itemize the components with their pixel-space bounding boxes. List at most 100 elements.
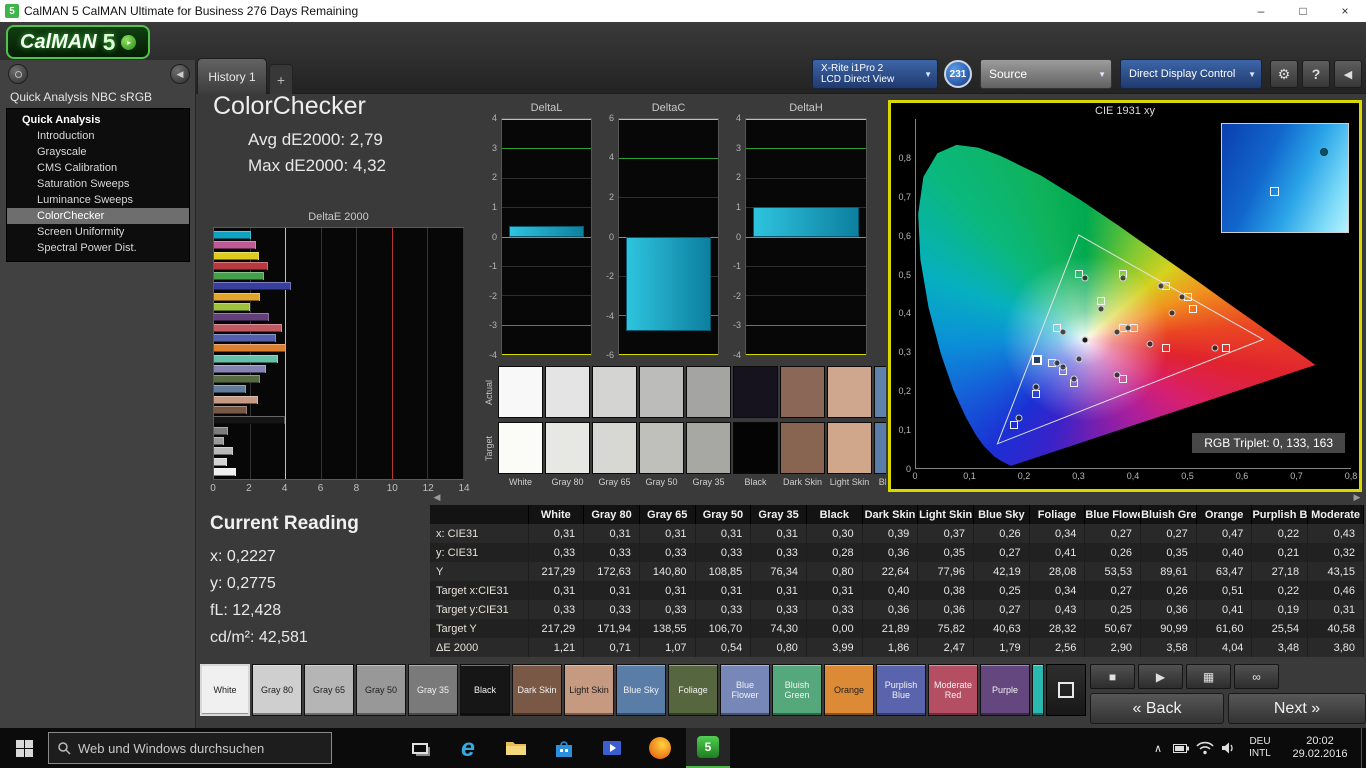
cie-measured-point xyxy=(1075,355,1083,363)
deltae-bar-black xyxy=(214,416,285,425)
keyboard-language-button[interactable]: DEU INTL xyxy=(1241,728,1279,768)
show-hidden-icons-button[interactable]: ∧ xyxy=(1147,728,1169,768)
meter-dropdown[interactable]: X-Rite i1Pro 2 LCD Direct View ▼ xyxy=(812,59,938,89)
sidebar-item-spectral-power-dist[interactable]: Spectral Power Dist. xyxy=(7,240,189,256)
table-corner-cell xyxy=(430,505,529,524)
gridline xyxy=(619,197,718,199)
firefox-button[interactable] xyxy=(638,728,682,768)
start-button[interactable] xyxy=(0,728,48,768)
table-cell: 0,71 xyxy=(583,638,640,657)
deltae-bar-blue-sky xyxy=(214,385,246,394)
settings-gear-button[interactable]: ⚙ xyxy=(1270,60,1298,88)
table-cell: 0,27 xyxy=(1140,524,1197,543)
date-text: 29.02.2016 xyxy=(1292,748,1348,760)
patch-button-gray-80[interactable]: Gray 80 xyxy=(252,664,302,716)
deltal-plot xyxy=(501,118,592,355)
source-dropdown[interactable]: Source ▼ xyxy=(980,59,1112,89)
patch-button-black[interactable]: Black xyxy=(460,664,510,716)
patch-button-dark-skin[interactable]: Dark Skin xyxy=(512,664,562,716)
table-cell: 0,51 xyxy=(1196,581,1253,600)
movies-tv-button[interactable] xyxy=(590,728,634,768)
sidebar-item-luminance-sweeps[interactable]: Luminance Sweeps xyxy=(7,192,189,208)
continuous-measure-button[interactable]: ∞ xyxy=(1234,664,1279,689)
patch-button-gray-65[interactable]: Gray 65 xyxy=(304,664,354,716)
table-cell: 0,30 xyxy=(806,524,863,543)
patch-button-gray-50[interactable]: Gray 50 xyxy=(356,664,406,716)
deltae-bar-blue-flower xyxy=(214,364,266,373)
volume-button[interactable] xyxy=(1217,728,1241,768)
collapse-right-panel-button[interactable]: ◀ xyxy=(1334,60,1362,88)
calman-taskbar-button[interactable]: 5 xyxy=(686,728,730,768)
patch-button-blue-sky[interactable]: Blue Sky xyxy=(616,664,666,716)
close-button[interactable]: × xyxy=(1324,0,1366,22)
maximize-button[interactable]: □ xyxy=(1282,0,1324,22)
table-cell: 0,21 xyxy=(1251,543,1309,562)
patch-button-gray-35[interactable]: Gray 35 xyxy=(408,664,458,716)
deltae-bar-foliage xyxy=(214,375,260,384)
limit-line xyxy=(746,354,866,355)
source-label: Source xyxy=(989,67,1028,81)
table-scroll-right-button[interactable]: ▶ xyxy=(1350,491,1364,503)
pattern-button[interactable]: ▦ xyxy=(1186,664,1231,689)
table-row: Target x:CIE31 0,31 0,31 0,31 0,31 0,31 0,31 0,… xyxy=(430,581,1364,600)
table-cell: 75,82 xyxy=(917,619,974,638)
store-button[interactable] xyxy=(542,728,586,768)
deltae-chart-title: DeltaE 2000 xyxy=(308,211,369,223)
cie-measured-point xyxy=(1157,282,1165,290)
patch-button-foliage[interactable]: Foliage xyxy=(668,664,718,716)
sidebar-item-screen-uniformity[interactable]: Screen Uniformity xyxy=(7,224,189,240)
clock-button[interactable]: 20:02 29.02.2016 xyxy=(1279,728,1361,768)
patch-label: Foliage xyxy=(678,685,708,695)
pattern-window-button[interactable] xyxy=(1046,664,1086,716)
sidebar-item-introduction[interactable]: Introduction xyxy=(7,128,189,144)
patch-button-blue-flower[interactable]: Blue Flower xyxy=(720,664,770,716)
table-cell: 0,36 xyxy=(917,600,974,619)
sidebar-indicator-button[interactable] xyxy=(8,64,28,84)
patch-button-moderate-red[interactable]: Moderate Red xyxy=(928,664,978,716)
next-button[interactable]: Next » xyxy=(1228,693,1366,724)
table-scroll-left-button[interactable]: ◀ xyxy=(430,491,444,503)
patch-button-white[interactable]: White xyxy=(200,664,250,716)
network-button[interactable] xyxy=(1193,728,1217,768)
search-input[interactable] xyxy=(78,740,308,756)
patch-label: Dark Skin xyxy=(517,685,557,695)
sidebar-item-cms-calibration[interactable]: CMS Calibration xyxy=(7,160,189,176)
task-view-button[interactable] xyxy=(398,728,442,768)
tree-root-quick-analysis[interactable]: Quick Analysis xyxy=(7,112,189,128)
pattern-window-icon xyxy=(1058,682,1074,698)
taskbar-search[interactable] xyxy=(48,732,332,764)
table-cell: 0,31 xyxy=(695,581,752,600)
show-desktop-button[interactable] xyxy=(1361,728,1366,768)
sidebar-item-grayscale[interactable]: Grayscale xyxy=(7,144,189,160)
patch-button-partial[interactable] xyxy=(1032,664,1044,716)
patch-button-orange[interactable]: Orange xyxy=(824,664,874,716)
add-tab-button[interactable]: + xyxy=(269,64,293,94)
back-button[interactable]: « Back xyxy=(1090,693,1224,724)
minimize-button[interactable]: – xyxy=(1240,0,1282,22)
table-row: y: CIE31 0,33 0,33 0,33 0,33 0,33 0,28 0,36 0,35… xyxy=(430,543,1364,562)
patch-button-purplish-blue[interactable]: Purplish Blue xyxy=(876,664,926,716)
sidebar-item-saturation-sweeps[interactable]: Saturation Sweeps xyxy=(7,176,189,192)
tab-history-1[interactable]: History 1 xyxy=(197,58,267,94)
edge-button[interactable]: e xyxy=(446,728,490,768)
patch-label: Black xyxy=(473,685,496,695)
patch-button-bluish-green[interactable]: Bluish Green xyxy=(772,664,822,716)
windows-taskbar: e 5 ∧ xyxy=(0,728,1366,768)
collapse-sidebar-button[interactable]: ◀ xyxy=(170,64,190,84)
sidebar-item-colorchecker[interactable]: ColorChecker xyxy=(7,208,189,224)
patch-button-light-skin[interactable]: Light Skin xyxy=(564,664,614,716)
patch-button-purple[interactable]: Purple xyxy=(980,664,1030,716)
display-control-dropdown[interactable]: Direct Display Control ▼ xyxy=(1120,59,1262,89)
table-cell: 108,85 xyxy=(695,562,752,581)
table-cell: 0,31 xyxy=(695,524,752,543)
table-cell: 0,19 xyxy=(1251,600,1309,619)
battery-button[interactable] xyxy=(1169,728,1193,768)
help-button[interactable]: ? xyxy=(1302,60,1330,88)
page-title: ColorChecker xyxy=(213,92,366,120)
file-explorer-button[interactable] xyxy=(494,728,538,768)
table-cell: 0,22 xyxy=(1251,524,1309,543)
table-cell: 22,64 xyxy=(862,562,919,581)
play-button[interactable]: ▶ xyxy=(1138,664,1183,689)
stop-button[interactable]: ■ xyxy=(1090,664,1135,689)
patch-label: White xyxy=(213,685,237,695)
